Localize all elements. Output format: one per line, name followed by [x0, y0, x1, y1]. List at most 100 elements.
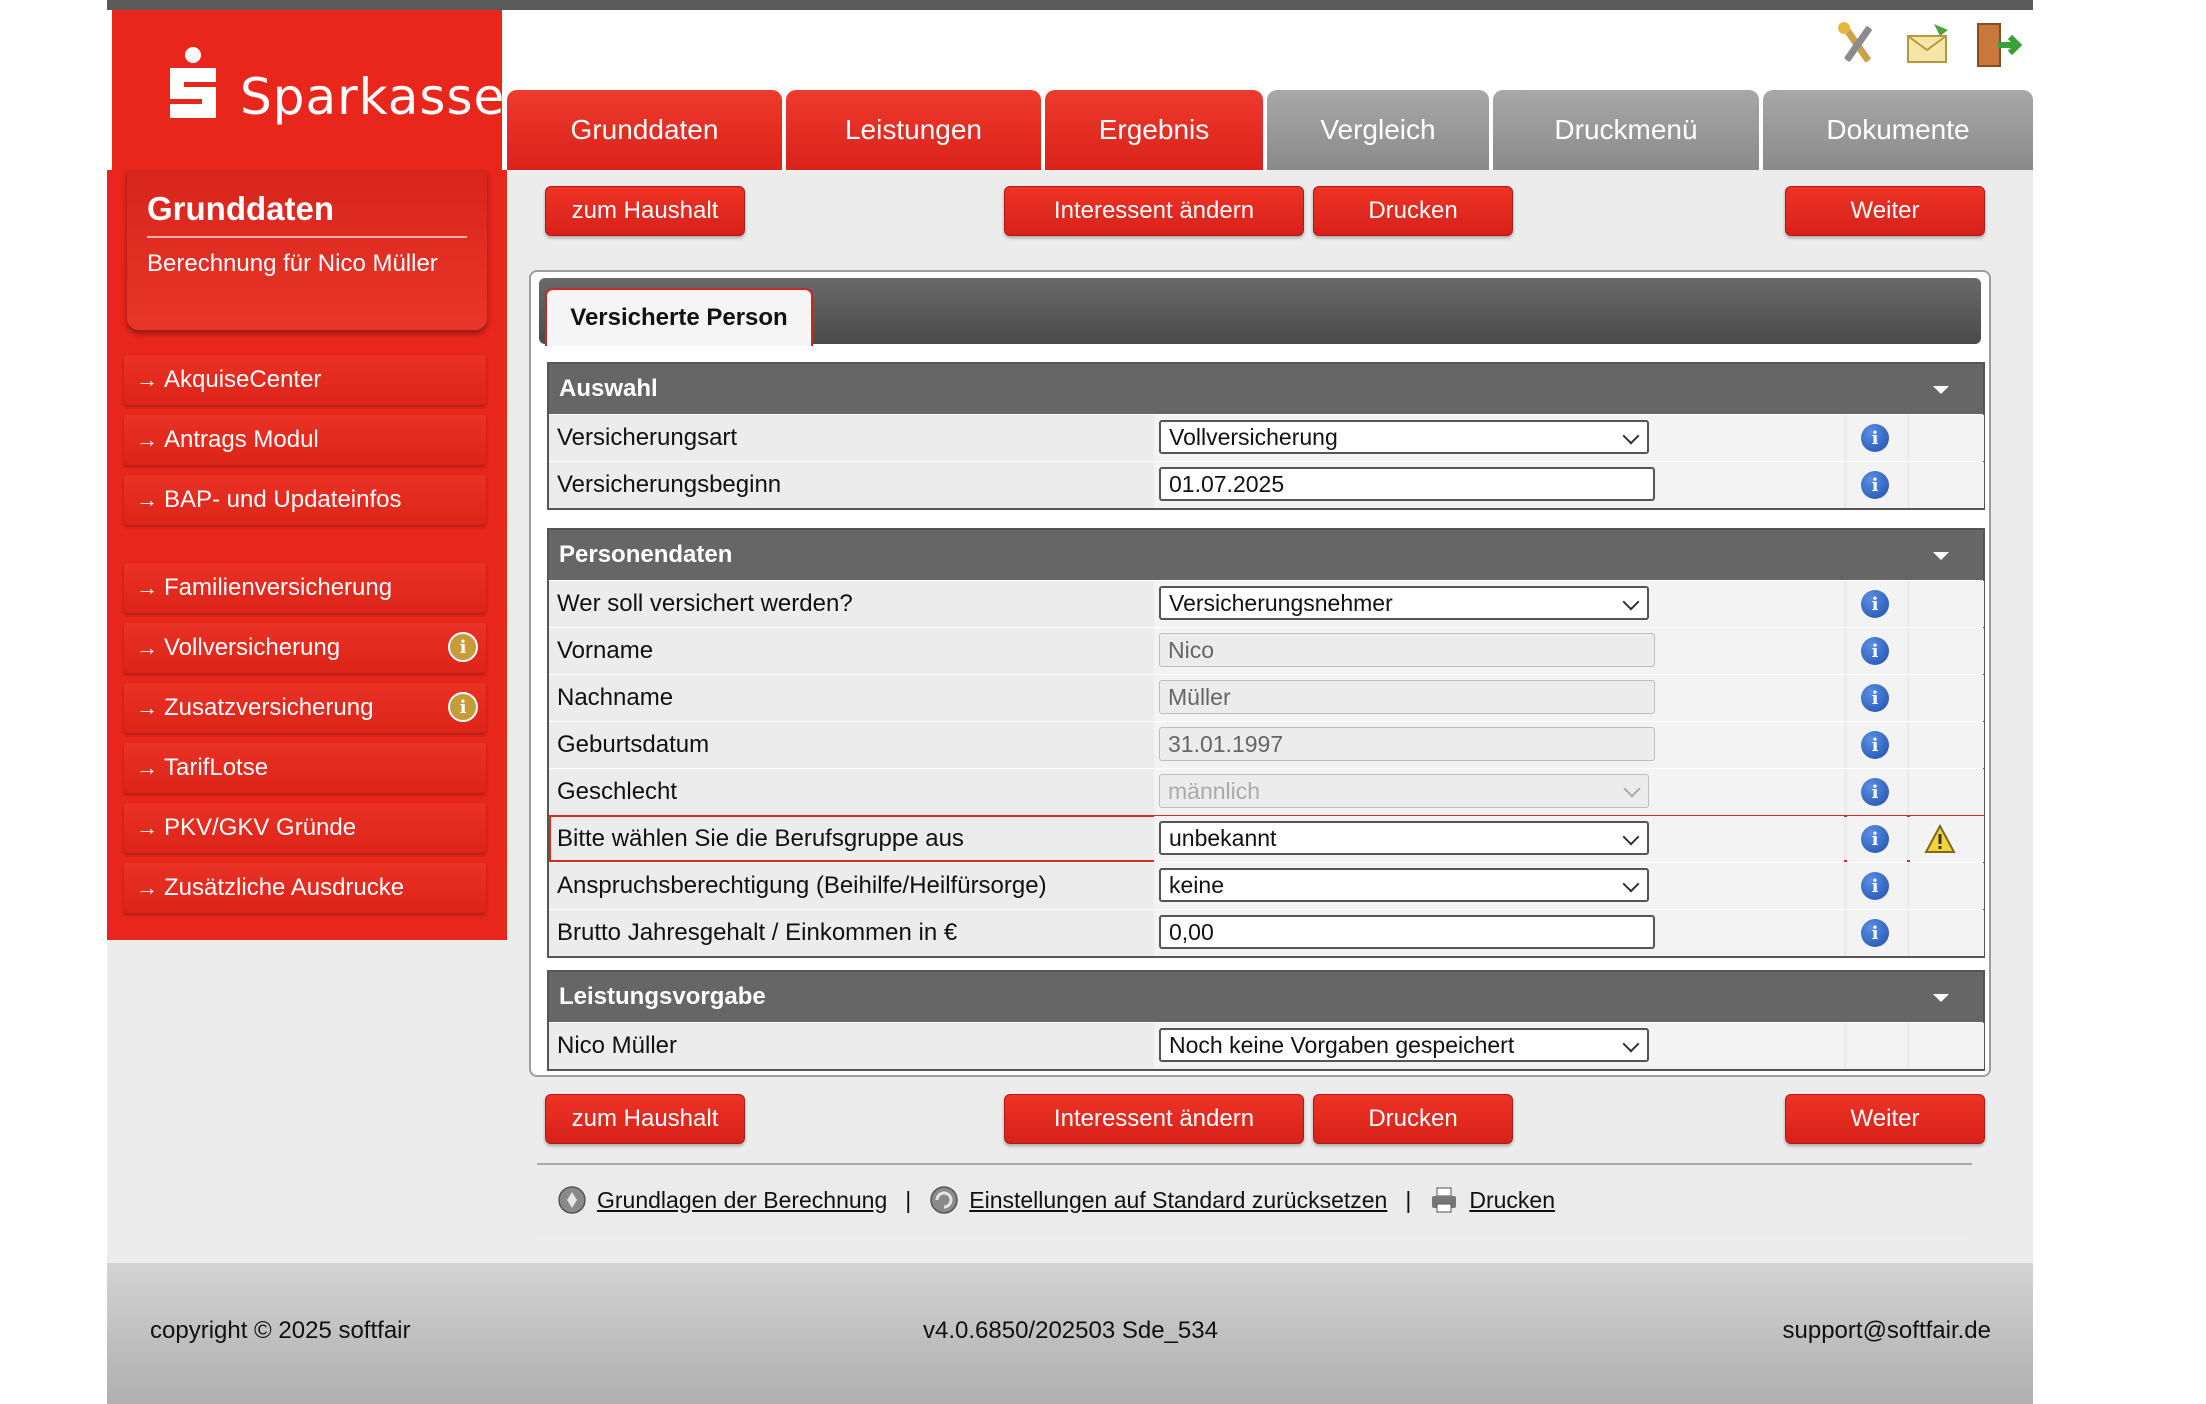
sidebar-item-vollversicherung[interactable]: → Vollversicherung i: [124, 623, 486, 673]
section-header[interactable]: Auswahl: [549, 364, 1983, 414]
select-value: unbekannt: [1169, 824, 1277, 851]
tab-ergebnis[interactable]: Ergebnis: [1045, 90, 1263, 170]
info-icon[interactable]: i: [448, 692, 478, 722]
jahresgehalt-input[interactable]: 0,00: [1159, 915, 1655, 949]
sidebar-item-zusaetzliche-ausdrucke[interactable]: → Zusätzliche Ausdrucke: [124, 863, 486, 913]
leistungsvorgabe-select[interactable]: Noch keine Vorgaben gespeichert: [1159, 1028, 1649, 1062]
standard-zuruecksetzen-link[interactable]: Einstellungen auf Standard zurücksetzen: [969, 1187, 1387, 1214]
field-label: Brutto Jahresgehalt / Einkommen in €: [557, 919, 958, 946]
chevron-down-icon: [1623, 780, 1641, 798]
main-tabs: Grunddaten Leistungen Ergebnis Vergleich…: [507, 90, 2033, 170]
info-icon[interactable]: i: [1861, 778, 1889, 806]
top-border: [107, 0, 2033, 10]
interessent-aendern-button[interactable]: Interessent ändern: [1004, 1094, 1304, 1144]
header-toolbar: [1834, 20, 2022, 70]
form-row: Versicherungsbeginn 01.07.2025 i: [549, 461, 1984, 508]
field-label: Geburtsdatum: [557, 731, 710, 758]
info-icon[interactable]: i: [1861, 919, 1889, 947]
chevron-down-icon: [1622, 427, 1640, 445]
sidebar-item-pkv-gkv-gruende[interactable]: → PKV/GKV Gründe: [124, 803, 486, 853]
sidebar-item-tariflotse[interactable]: → TarifLotse: [124, 743, 486, 793]
versicherungsbeginn-input[interactable]: 01.07.2025: [1159, 467, 1655, 501]
tab-versicherte-person[interactable]: Versicherte Person: [545, 288, 813, 346]
grundlagen-link[interactable]: Grundlagen der Berechnung: [597, 1187, 887, 1214]
vorname-input: Nico: [1159, 633, 1655, 667]
tab-dokumente[interactable]: Dokumente: [1763, 90, 2033, 170]
field-label: Versicherungsbeginn: [557, 471, 782, 498]
sidebar-item-bap-updateinfos[interactable]: → BAP- und Updateinfos: [124, 475, 486, 525]
arrow-right-icon: →: [136, 427, 158, 452]
drucken-button[interactable]: Drucken: [1313, 186, 1513, 236]
info-icon[interactable]: i: [1861, 872, 1889, 900]
sidebar-item-label: Antrags Modul: [164, 426, 319, 453]
tab-druckmenue[interactable]: Druckmenü: [1493, 90, 1759, 170]
berufsgruppe-select[interactable]: unbekannt: [1159, 821, 1649, 855]
select-value: Versicherungsnehmer: [1169, 589, 1393, 616]
input-value: 31.01.1997: [1168, 730, 1284, 757]
geburtsdatum-input: 31.01.1997: [1159, 727, 1655, 761]
versicherungsart-select[interactable]: Vollversicherung: [1159, 420, 1649, 454]
copyright-text: copyright © 2025 softfair: [150, 1317, 411, 1344]
tab-grunddaten[interactable]: Grunddaten: [507, 90, 782, 170]
info-icon[interactable]: i: [1861, 637, 1889, 665]
info-icon[interactable]: i: [1861, 731, 1889, 759]
collapse-icon[interactable]: [1933, 552, 1949, 560]
info-icon[interactable]: i: [1861, 471, 1889, 499]
form-row: Nico Müller Noch keine Vorgaben gespeich…: [549, 1022, 1984, 1069]
tab-vergleich[interactable]: Vergleich: [1267, 90, 1489, 170]
input-value: Müller: [1168, 683, 1231, 710]
zum-haushalt-button[interactable]: zum Haushalt: [545, 1094, 745, 1144]
info-icon[interactable]: i: [1861, 825, 1889, 853]
info-icon[interactable]: i: [1861, 424, 1889, 452]
weiter-button[interactable]: Weiter: [1785, 186, 1985, 236]
field-label: Nachname: [557, 684, 674, 711]
form-row: Wer soll versichert werden? Versicherung…: [549, 580, 1984, 627]
field-label: Wer soll versichert werden?: [557, 590, 853, 617]
support-email-link[interactable]: support@softfair.de: [1783, 1317, 1991, 1345]
info-icon[interactable]: i: [1861, 684, 1889, 712]
arrow-right-icon: →: [136, 815, 158, 840]
sidebar-title: Grunddaten: [147, 190, 334, 227]
exit-icon[interactable]: [1974, 20, 2022, 70]
field-label: Bitte wählen Sie die Berufsgruppe aus: [557, 825, 964, 852]
tools-icon[interactable]: [1834, 20, 1882, 70]
info-icon[interactable]: i: [448, 632, 478, 662]
field-label: Geschlecht: [557, 778, 678, 805]
chevron-down-icon: [1622, 828, 1640, 846]
sidebar-item-label: Zusatzversicherung: [164, 694, 374, 721]
sidebar-item-antrags-modul[interactable]: → Antrags Modul: [124, 415, 486, 465]
input-value: Nico: [1168, 636, 1215, 663]
form-row-error: Bitte wählen Sie die Berufsgruppe aus un…: [549, 815, 1984, 862]
warning-icon: [1924, 824, 1956, 853]
select-value: keine: [1169, 871, 1224, 898]
info-icon[interactable]: i: [1861, 590, 1889, 618]
field-label: Versicherungsart: [557, 424, 738, 451]
drucken-button[interactable]: Drucken: [1313, 1094, 1513, 1144]
form-row: Geburtsdatum 31.01.1997 i: [549, 721, 1984, 768]
sidebar-item-akquisecenter[interactable]: → AkquiseCenter: [124, 355, 486, 405]
weiter-button[interactable]: Weiter: [1785, 1094, 1985, 1144]
field-label: Vorname: [557, 637, 654, 664]
nachname-input: Müller: [1159, 680, 1655, 714]
geschlecht-select: männlich: [1159, 774, 1649, 808]
arrow-right-icon: →: [136, 575, 158, 600]
section-header[interactable]: Personendaten: [549, 530, 1983, 580]
collapse-icon[interactable]: [1933, 994, 1949, 1002]
zum-haushalt-button[interactable]: zum Haushalt: [545, 186, 745, 236]
anspruchsberechtigung-select[interactable]: keine: [1159, 868, 1649, 902]
email-icon[interactable]: [1904, 20, 1952, 70]
sidebar-item-label: PKV/GKV Gründe: [164, 814, 357, 841]
versicherte-person-select[interactable]: Versicherungsnehmer: [1159, 586, 1649, 620]
version-text: v4.0.6850/202503 Sde_534: [923, 1317, 1218, 1344]
tab-leistungen[interactable]: Leistungen: [786, 90, 1041, 170]
arrow-right-icon: →: [136, 875, 158, 900]
section-header[interactable]: Leistungsvorgabe: [549, 972, 1983, 1022]
sidebar-item-familienversicherung[interactable]: → Familienversicherung: [124, 563, 486, 613]
collapse-icon[interactable]: [1933, 386, 1949, 394]
form-row: Vorname Nico i: [549, 627, 1984, 674]
interessent-aendern-button[interactable]: Interessent ändern: [1004, 186, 1304, 236]
form-row: Brutto Jahresgehalt / Einkommen in € 0,0…: [549, 909, 1984, 956]
drucken-link[interactable]: Drucken: [1469, 1187, 1555, 1214]
sidebar-item-zusatzversicherung[interactable]: → Zusatzversicherung i: [124, 683, 486, 733]
sidebar-item-label: Vollversicherung: [164, 634, 341, 661]
